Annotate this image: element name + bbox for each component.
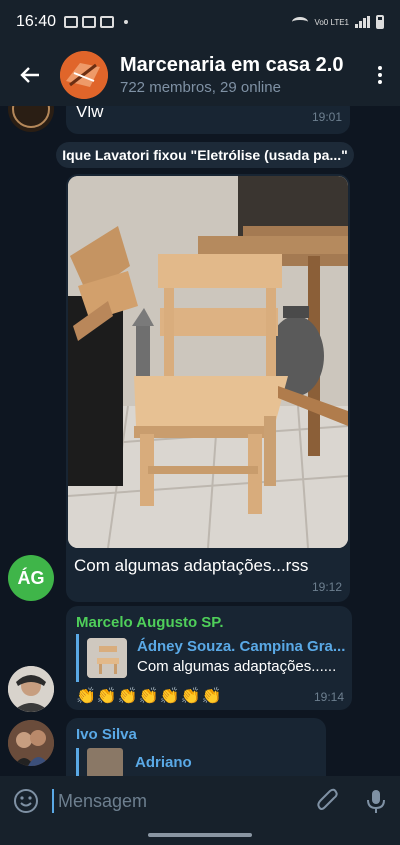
quoted-sender: Adriano (135, 754, 192, 771)
reply-message-bubble[interactable]: Ivo Silva Adriano (66, 718, 326, 776)
more-notifications-icon (124, 20, 129, 24)
message-bubble[interactable]: Vlw 19:01 (66, 106, 350, 134)
battery-icon (376, 15, 384, 29)
chat-title-area[interactable]: Marcenaria em casa 2.0 722 membros, 29 o… (120, 54, 360, 96)
quoted-thumbnail (87, 638, 127, 678)
avatar[interactable] (8, 720, 54, 766)
wifi-icon (292, 17, 309, 27)
avatar[interactable]: ÁG (8, 555, 54, 601)
chat-title: Marcenaria em casa 2.0 (120, 54, 344, 76)
smiley-icon (14, 789, 38, 813)
signal-icon (355, 16, 370, 28)
network-label: Vo0 LTE1 (314, 17, 349, 27)
quoted-thumbnail (87, 748, 123, 776)
group-logo-icon (60, 51, 108, 99)
user-photo-icon (8, 720, 54, 766)
more-options-button[interactable] (360, 66, 400, 84)
system-nav-bar (0, 826, 400, 845)
sender-name[interactable]: Ivo Silva (76, 726, 137, 743)
microphone-icon (367, 790, 385, 813)
paperclip-icon (317, 788, 338, 810)
status-bar: 16:40 Vo0 LTE1 (0, 0, 400, 44)
photo-message-bubble[interactable]: Com algumas adaptações...rss 19:12 (66, 174, 350, 602)
avatar[interactable] (8, 106, 54, 132)
group-avatar[interactable] (60, 51, 108, 99)
avatar[interactable] (8, 666, 54, 712)
message-time: 19:12 (311, 580, 342, 594)
status-time: 16:40 (16, 13, 57, 30)
wooden-chair-image (68, 176, 348, 548)
reply-message-bubble[interactable]: Marcelo Augusto SP. Ádney Souza. Campina… (66, 606, 352, 710)
message-text: Com algumas adaptações...rss (74, 556, 309, 575)
chair-photo[interactable] (68, 176, 348, 548)
chat-subtitle: 722 membros, 29 online (120, 79, 281, 96)
message-composer: Mensagem (0, 776, 400, 826)
voice-message-button[interactable] (352, 788, 400, 814)
chat-header: Marcenaria em casa 2.0 722 membros, 29 o… (0, 44, 400, 106)
gallery-notification-icon (64, 16, 79, 28)
quoted-sender: Ádney Souza. Campina Gra... (137, 638, 346, 655)
chair-thumbnail-image (87, 638, 127, 678)
message-time: 19:14 (313, 690, 344, 704)
clapping-emojis: 👏👏👏👏👏👏👏 (76, 688, 223, 705)
message-time: 19:01 (311, 110, 342, 124)
quoted-message[interactable]: Adriano (76, 748, 306, 776)
home-gesture-handle[interactable] (148, 833, 252, 837)
pinned-service-message[interactable]: Ique Lavatori fixou "Eletrólise (usada p… (56, 142, 354, 168)
emoji-button[interactable] (0, 788, 52, 814)
gallery-notification-icon (82, 16, 97, 28)
message-text: Vlw (76, 106, 104, 121)
quoted-message[interactable]: Ádney Souza. Campina Gra... Com algumas … (76, 634, 345, 682)
back-button[interactable] (0, 44, 60, 106)
user-photo-icon (8, 666, 54, 712)
gallery-notification-icon (100, 16, 115, 28)
sender-name[interactable]: Marcelo Augusto SP. (76, 614, 224, 631)
attach-button[interactable] (304, 788, 352, 814)
message-list[interactable]: Vlw 19:01 Ique Lavatori fixou "Eletrólis… (0, 106, 400, 776)
quoted-text: Com algumas adaptações...... (137, 658, 337, 675)
arrow-left-icon (20, 67, 39, 83)
message-input[interactable]: Mensagem (52, 789, 304, 813)
